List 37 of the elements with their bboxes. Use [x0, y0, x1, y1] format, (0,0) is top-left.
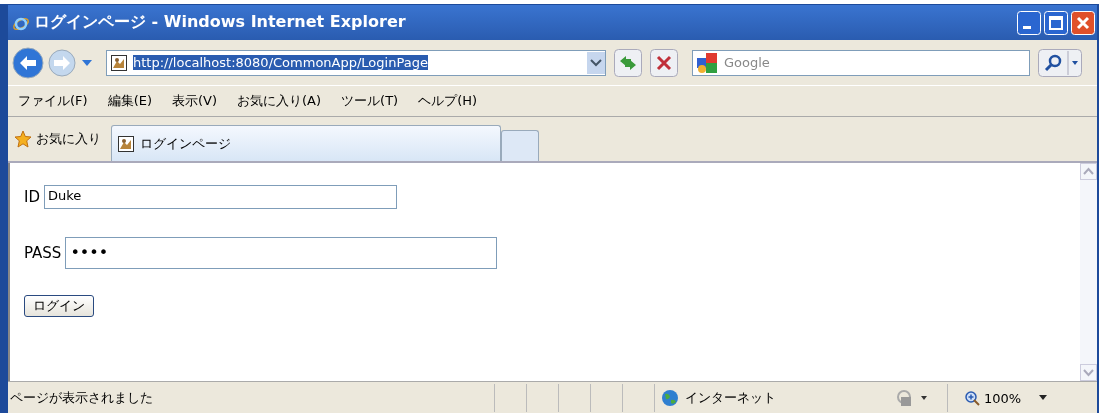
- browser-tab[interactable]: ログインページ: [111, 125, 501, 161]
- login-button[interactable]: ログイン: [24, 295, 94, 317]
- search-field[interactable]: Google: [692, 49, 1030, 76]
- address-field[interactable]: http://localhost:8080/CommonApp/LoginPage: [106, 49, 606, 76]
- refresh-icon[interactable]: [614, 48, 642, 77]
- status-text: ページが表示されました: [9, 389, 154, 407]
- url-text: http://localhost:8080/CommonApp/LoginPage: [133, 55, 428, 70]
- search-provider-icon: [696, 51, 718, 74]
- zoom-icon: [964, 390, 980, 406]
- search-placeholder: Google: [724, 55, 770, 70]
- input-field[interactable]: Duke: [44, 185, 397, 209]
- menu-item[interactable]: ファイル(F): [18, 92, 88, 110]
- window-title: ログインページ - Windows Internet Explorer: [34, 12, 407, 33]
- zone-text: インターネット: [685, 389, 776, 407]
- minimize-icon[interactable]: [1017, 10, 1041, 35]
- field-label: ID: [24, 188, 40, 206]
- lock-icon[interactable]: [895, 389, 929, 407]
- back-icon[interactable]: [12, 46, 44, 79]
- close-icon[interactable]: [1071, 10, 1095, 35]
- maximize-icon[interactable]: [1044, 10, 1068, 35]
- menu-item[interactable]: ヘルプ(H): [418, 92, 478, 110]
- zoom-control[interactable]: 100%: [947, 384, 1048, 412]
- page-icon: [118, 135, 134, 152]
- globe-icon: [661, 389, 679, 407]
- menu-item[interactable]: お気に入り(A): [237, 92, 322, 110]
- caret-icon[interactable]: [1039, 395, 1048, 401]
- field-label: PASS: [24, 244, 62, 262]
- star-icon: [14, 130, 32, 148]
- menu-item[interactable]: 表示(V): [172, 92, 218, 110]
- menu-item[interactable]: ツール(T): [341, 92, 399, 110]
- menu-item[interactable]: 編集(E): [107, 92, 152, 110]
- search-icon[interactable]: [1038, 48, 1082, 77]
- dropdown-icon[interactable]: [587, 51, 605, 74]
- stop-icon[interactable]: [650, 48, 678, 77]
- password-field[interactable]: ••••: [65, 237, 498, 269]
- favorites-button[interactable]: お気に入り: [8, 130, 107, 148]
- page-icon: [111, 54, 127, 71]
